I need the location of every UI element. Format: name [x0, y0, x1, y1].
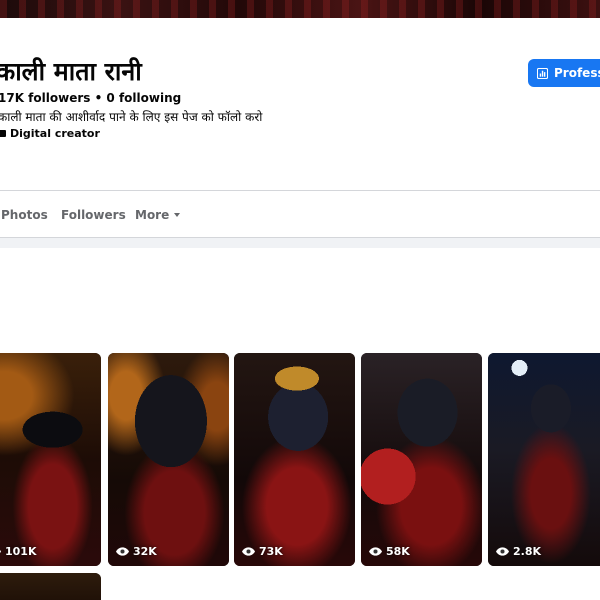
reel-card[interactable]: 32K [108, 353, 229, 566]
tab-followers[interactable]: Followers [61, 208, 126, 222]
eye-icon [0, 550, 1, 553]
view-count: 73K [242, 545, 283, 558]
profile-header: काली माता रानी 17K followers • 0 followi… [0, 18, 600, 191]
reel-thumbnail [488, 353, 600, 566]
view-count: 32K [116, 545, 157, 558]
cover-photo[interactable] [0, 0, 600, 18]
page-bio: काली माता की आशीर्वाद पाने के लिए इस पेज… [0, 110, 263, 124]
eye-icon [496, 547, 509, 556]
page-category: Digital creator [0, 127, 100, 140]
eye-icon [116, 547, 129, 556]
reel-card[interactable] [0, 573, 101, 600]
briefcase-icon [0, 130, 6, 137]
reel-card[interactable]: 58K [361, 353, 482, 566]
tab-followers-label: Followers [61, 208, 126, 222]
reel-card[interactable]: 2.8K [488, 353, 600, 566]
professional-dashboard-label: Professional dashboard [554, 66, 600, 80]
view-count: 58K [369, 545, 410, 558]
view-count-label: 101K [5, 545, 37, 558]
professional-dashboard-button[interactable]: Professional dashboard [528, 59, 600, 87]
facebook-page-view: काली माता रानी 17K followers • 0 followi… [0, 0, 600, 600]
tab-photos[interactable]: Photos [1, 208, 48, 222]
reel-thumbnail [361, 353, 482, 566]
page-title: काली माता रानी [0, 57, 142, 86]
view-count-label: 32K [133, 545, 157, 558]
eye-icon [242, 547, 255, 556]
eye-icon [369, 547, 382, 556]
profile-tabs: Photos Followers More [0, 190, 600, 238]
view-count: 2.8K [496, 545, 541, 558]
reel-thumbnail [108, 353, 229, 566]
follower-stats[interactable]: 17K followers • 0 following [0, 91, 181, 105]
view-count: 101K [0, 545, 37, 558]
reel-thumbnail [0, 353, 101, 566]
view-count-label: 58K [386, 545, 410, 558]
reel-card[interactable]: 73K [234, 353, 355, 566]
reel-thumbnail [0, 573, 101, 600]
category-label: Digital creator [10, 127, 100, 140]
reel-thumbnail [234, 353, 355, 566]
tab-photos-label: Photos [1, 208, 48, 222]
view-count-label: 2.8K [513, 545, 542, 558]
chart-icon [537, 67, 548, 79]
tab-more[interactable]: More [135, 208, 181, 222]
view-count-label: 73K [259, 545, 283, 558]
tab-more-label: More [135, 208, 170, 222]
reel-card[interactable]: 101K [0, 353, 101, 566]
caret-down-icon [174, 213, 181, 217]
